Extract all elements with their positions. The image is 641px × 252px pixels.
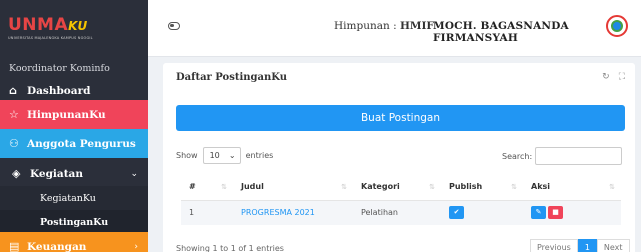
cell-number: 1 [181, 200, 233, 225]
cell-kategori: Pelatihan [353, 200, 441, 225]
chevron-down-icon: ⌄ [130, 168, 138, 179]
layers-icon: ◈ [12, 167, 21, 180]
cell-publish: ✔ [441, 200, 523, 225]
refresh-icon[interactable]: ↻ [602, 72, 610, 82]
sidebar-toggle-icon[interactable] [168, 22, 180, 30]
file-icon: ▤ [9, 240, 20, 252]
logo-subtitle: UNIVERSITAS MAJALENGKA KAMPUS NGOGIL [8, 35, 93, 40]
page-1-button[interactable]: 1 [577, 239, 597, 252]
table-row: 1 PROGRESMA 2021 Pelatihan ✔ ✎ ■ [181, 200, 621, 225]
himpunan-value: HMIF [399, 20, 434, 32]
search-box: Search: [502, 147, 623, 165]
home-icon: ⌂ [9, 84, 17, 97]
logo[interactable]: UNMAKU UNIVERSITAS MAJALENGKA KAMPUS NGO… [0, 0, 148, 57]
logo-main-text: UNMA [8, 14, 69, 35]
sidebar-item-keuangan[interactable]: ▤ Keuangan › [0, 232, 148, 252]
chevron-down-icon: ⌄ [228, 151, 236, 160]
sidebar-item-anggota-pengurus[interactable]: ⚇ Anggota Pengurus [0, 129, 148, 158]
column-header-kategori[interactable]: Kategori ⇅ [353, 174, 441, 201]
create-post-button[interactable]: Buat Postingan [176, 105, 625, 131]
sidebar-item-label: Anggota Pengurus [27, 137, 136, 150]
logo-accent-text: KU [68, 18, 88, 33]
post-list-card: Daftar PostinganKu ↻ ⛶ Buat Postingan Sho… [163, 63, 635, 252]
sidebar-item-label: Keuangan [27, 240, 87, 252]
top-header: Himpunan : HMIF MOCH. BAGASNANDA FIRMANS… [148, 0, 641, 57]
table-info: Showing 1 to 1 of 1 entries [176, 244, 284, 252]
sidebar-subitem-label: KegiatanKu [40, 192, 96, 204]
column-header-aksi[interactable]: Aksi ⇅ [523, 174, 621, 201]
himpunan-label: Himpunan : [334, 20, 397, 32]
sidebar-item-label: Kegiatan [30, 167, 83, 180]
expand-icon[interactable]: ⛶ [619, 72, 625, 82]
entries-length: Show 10 ⌄ entries [176, 147, 273, 164]
card-title: Daftar PostinganKu [176, 72, 288, 83]
sidebar-item-label: HimpunanKu [27, 108, 106, 121]
search-label: Search: [502, 151, 533, 161]
column-header-number[interactable]: # ⇅ [181, 174, 233, 201]
star-icon: ☆ [9, 108, 19, 121]
entries-value: 10 [209, 151, 220, 160]
sidebar-item-label: Dashboard [27, 84, 91, 97]
sidebar-item-kegiatan[interactable]: ◈ Kegiatan ⌄ [0, 159, 148, 188]
card-tools: ↻ ⛶ [593, 72, 625, 82]
sidebar-item-himpunanku[interactable]: ☆ HimpunanKu [0, 100, 148, 129]
entries-select[interactable]: 10 ⌄ [202, 147, 241, 164]
avatar[interactable] [606, 15, 628, 37]
delete-icon[interactable]: ■ [548, 206, 563, 220]
column-header-judul[interactable]: Judul ⇅ [233, 174, 353, 201]
sidebar-subitem-label: PostinganKu [40, 216, 109, 228]
cell-judul-link[interactable]: PROGRESMA 2021 [233, 200, 353, 225]
chevron-right-icon: › [134, 241, 138, 252]
entries-label: entries [245, 151, 274, 160]
show-label: Show [176, 151, 198, 160]
publish-check-icon[interactable]: ✔ [449, 206, 464, 220]
pagination: Previous 1 Next [530, 239, 630, 252]
search-input[interactable] [535, 147, 623, 165]
cell-aksi: ✎ ■ [523, 200, 621, 225]
next-page-button[interactable]: Next [596, 239, 630, 252]
posts-table: # ⇅ Judul ⇅ Kategori ⇅ Publish ⇅ Aksi ⇅ 1 PRO… [181, 174, 621, 225]
edit-icon[interactable]: ✎ [531, 206, 546, 220]
user-role: Koordinator Kominfo [9, 63, 110, 74]
sidebar-subitem-postinganku[interactable]: PostinganKu [0, 210, 148, 234]
sidebar: UNMAKU UNIVERSITAS MAJALENGKA KAMPUS NGO… [0, 0, 148, 252]
himpunan-info: Himpunan : HMIF [334, 20, 434, 32]
sidebar-subitem-kegiatanku[interactable]: KegiatanKu [0, 186, 148, 210]
previous-page-button[interactable]: Previous [530, 239, 578, 252]
users-icon: ⚇ [9, 137, 19, 150]
column-header-publish[interactable]: Publish ⇅ [441, 174, 523, 201]
